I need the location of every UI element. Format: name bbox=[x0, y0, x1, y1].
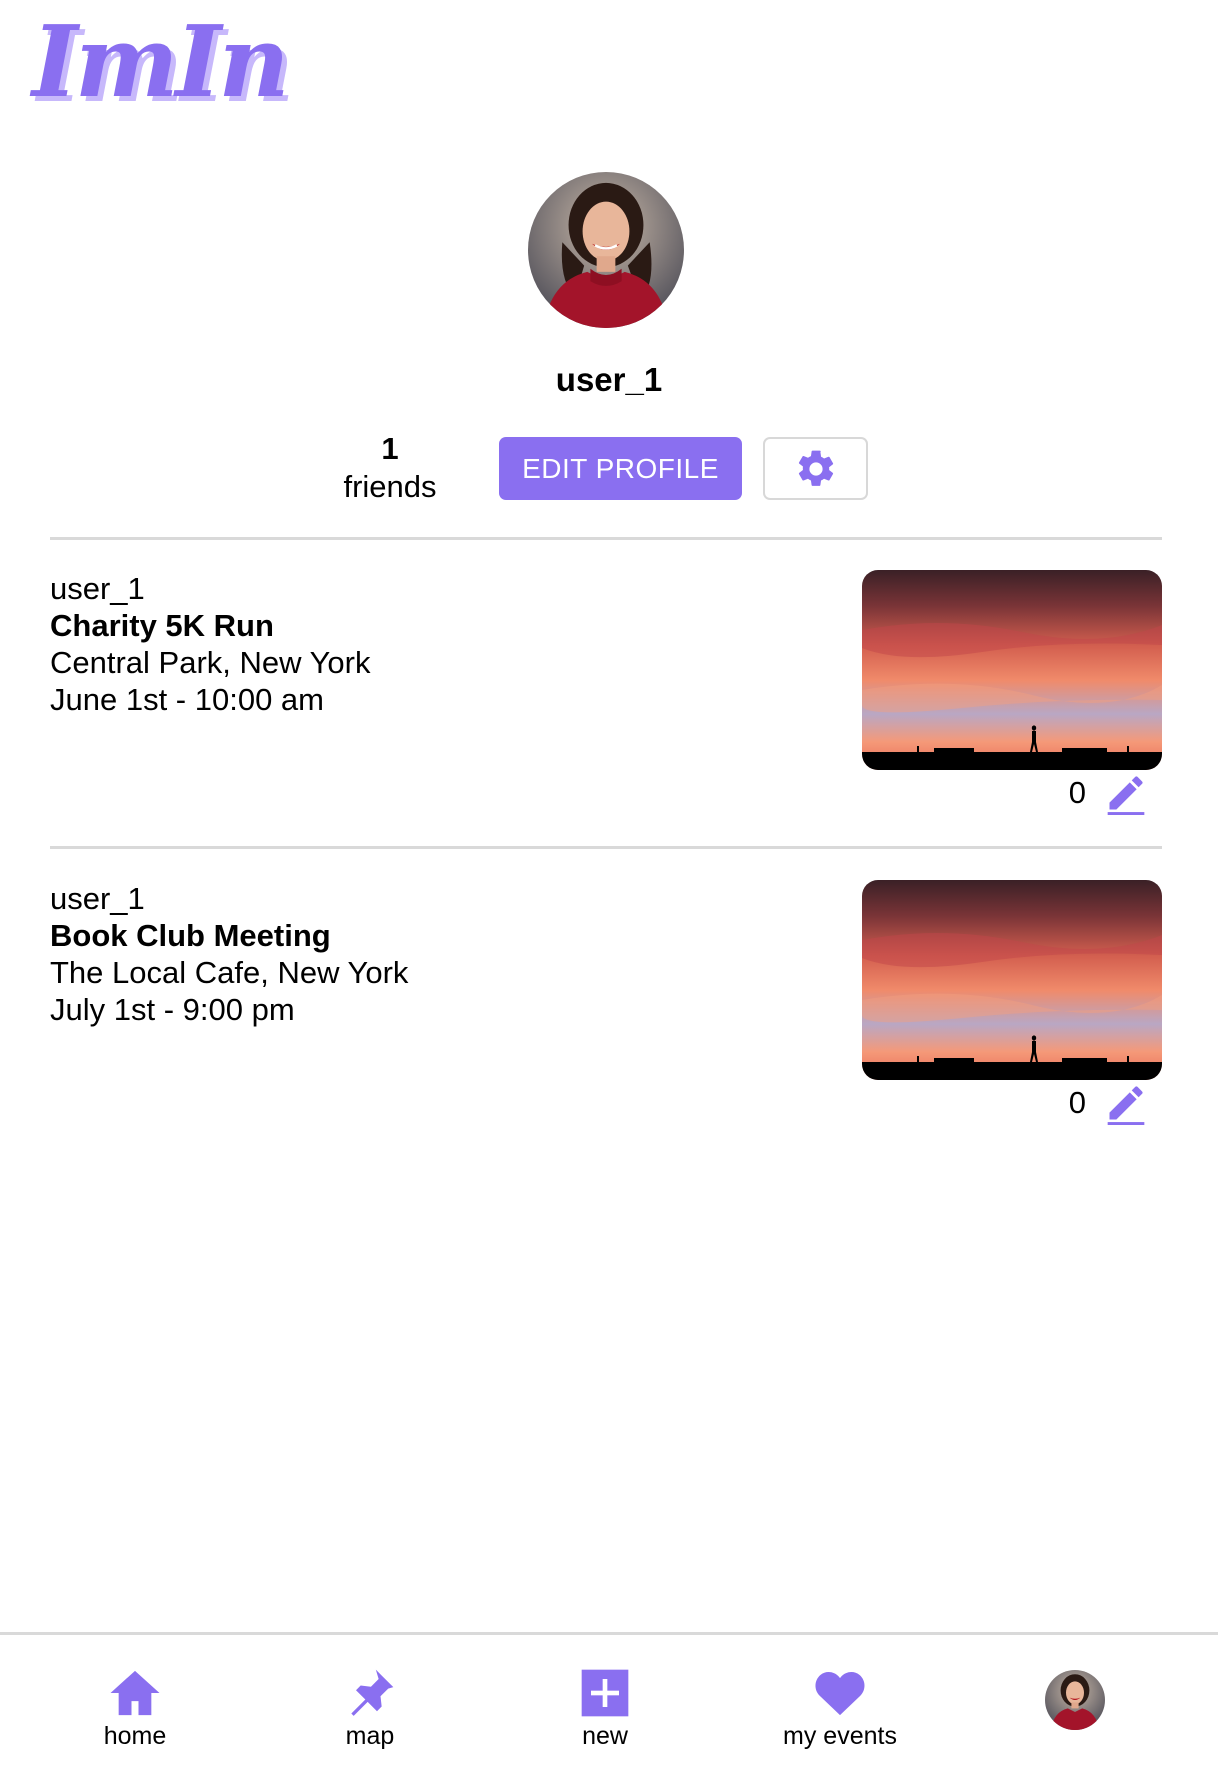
friends-label: friends bbox=[343, 469, 437, 504]
divider bbox=[50, 846, 1162, 849]
event-card[interactable]: user_1 Book Club Meeting The Local Cafe,… bbox=[50, 880, 1162, 1125]
nav-profile-avatar[interactable] bbox=[1045, 1670, 1105, 1730]
event-location: Central Park, New York bbox=[50, 645, 371, 680]
heart-icon bbox=[810, 1665, 870, 1721]
event-count: 0 bbox=[1068, 1085, 1086, 1120]
event-title: Book Club Meeting bbox=[50, 918, 331, 953]
event-image[interactable] bbox=[862, 880, 1162, 1080]
divider bbox=[50, 537, 1162, 540]
nav-label: home bbox=[103, 1722, 167, 1750]
event-details: user_1 Charity 5K Run Central Park, New … bbox=[50, 570, 370, 718]
friends-summary[interactable]: 1 friends bbox=[330, 430, 450, 506]
friends-count: 1 bbox=[381, 431, 399, 466]
plus-icon bbox=[575, 1665, 635, 1721]
event-card[interactable]: user_1 Charity 5K Run Central Park, New … bbox=[50, 570, 1162, 815]
home-icon bbox=[105, 1665, 165, 1721]
app-logo[interactable]: ImIn bbox=[32, 14, 290, 112]
nav-home[interactable]: home bbox=[35, 1635, 235, 1772]
nav-my-events[interactable]: my events bbox=[740, 1635, 940, 1772]
event-count: 0 bbox=[1068, 775, 1086, 810]
event-details: user_1 Book Club Meeting The Local Cafe,… bbox=[50, 880, 408, 1028]
event-meta: 0 bbox=[1069, 1078, 1148, 1128]
event-meta: 0 bbox=[1069, 768, 1148, 818]
event-datetime: July 1st - 9:00 pm bbox=[50, 992, 295, 1027]
profile-avatar bbox=[528, 172, 684, 328]
nav-label: map bbox=[345, 1722, 395, 1750]
nav-new[interactable]: new bbox=[505, 1635, 705, 1772]
bottom-nav: home map new my events bbox=[0, 1632, 1218, 1772]
event-image[interactable] bbox=[862, 570, 1162, 770]
event-title: Charity 5K Run bbox=[50, 608, 274, 643]
event-author: user_1 bbox=[50, 881, 145, 916]
edit-icon[interactable] bbox=[1104, 771, 1148, 815]
pin-icon bbox=[340, 1665, 400, 1721]
edit-profile-button[interactable]: EDIT PROFILE bbox=[499, 437, 742, 500]
event-author: user_1 bbox=[50, 571, 145, 606]
settings-button[interactable] bbox=[763, 437, 868, 500]
nav-label: new bbox=[582, 1722, 628, 1750]
nav-map[interactable]: map bbox=[270, 1635, 470, 1772]
gear-icon bbox=[798, 450, 833, 486]
event-datetime: June 1st - 10:00 am bbox=[50, 682, 324, 717]
profile-username: user_1 bbox=[555, 361, 663, 398]
edit-icon[interactable] bbox=[1104, 1081, 1148, 1125]
event-location: The Local Cafe, New York bbox=[50, 955, 409, 990]
nav-label: my events bbox=[783, 1722, 897, 1750]
